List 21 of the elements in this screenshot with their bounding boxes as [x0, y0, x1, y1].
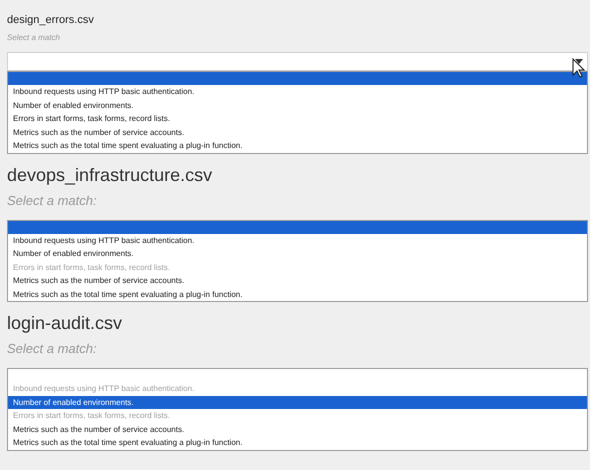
blank-option[interactable]: [8, 220, 587, 234]
option-item[interactable]: Number of enabled environments.: [8, 98, 587, 112]
option-item[interactable]: Inbound requests using HTTP basic authentication.: [8, 234, 587, 247]
option-item[interactable]: Metrics such as the total time spent evaluating a plug-in function.: [8, 139, 587, 152]
prompt-label: Select a match:: [7, 340, 98, 358]
option-item[interactable]: Metrics such as the total time spent evaluating a plug-in function.: [8, 436, 587, 450]
option-item[interactable]: Inbound requests using HTTP basic authentication.: [8, 85, 587, 98]
option-item[interactable]: Number of enabled environments.: [8, 247, 587, 260]
option-item[interactable]: Metrics such as the number of service accounts.: [8, 126, 587, 139]
file-title: devops_infrastructure.csv: [7, 164, 214, 186]
file-title: login-audit.csv: [7, 312, 124, 334]
option-item[interactable]: Errors in start forms, task forms, record lists.: [8, 112, 587, 126]
blank-option[interactable]: [8, 72, 587, 85]
option-item[interactable]: Metrics such as the total time spent evaluating a plug-in function.: [8, 288, 587, 301]
option-item[interactable]: Metrics such as the number of service accounts.: [8, 422, 587, 436]
option-item[interactable]: Number of enabled environments.: [8, 396, 587, 409]
option-item[interactable]: Metrics such as the number of service accounts.: [8, 274, 587, 288]
caret-icon: [575, 59, 583, 64]
file-title: design_errors.csv: [7, 13, 95, 28]
prompt-label: Select a match: [7, 32, 61, 44]
prompt-label: Select a match:: [7, 192, 98, 210]
